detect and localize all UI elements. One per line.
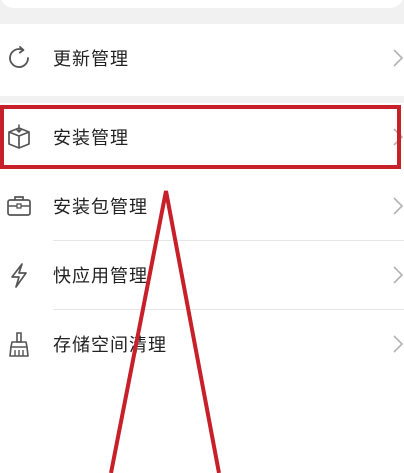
menu-item-label: 更新管理 (53, 49, 129, 70)
box-icon (8, 124, 30, 149)
refresh-icon (9, 46, 29, 68)
chevron-right-icon (393, 197, 404, 215)
menu-item-package-management[interactable]: 安装包管理 (0, 172, 404, 240)
menu-item-label: 快应用管理 (53, 266, 148, 287)
chevron-right-icon (393, 266, 404, 284)
chevron-right-icon (393, 49, 404, 67)
broom-icon (9, 332, 29, 357)
menu-item-quick-app-management[interactable]: 快应用管理 (0, 241, 404, 309)
menu-item-storage-cleanup[interactable]: 存储空间清理 (0, 310, 404, 378)
settings-screen: 更新管理 安装管理 安装包管理 快应用管理 存储空间清理 (0, 0, 404, 473)
chevron-right-icon (393, 335, 404, 353)
menu-item-label: 安装管理 (53, 128, 129, 149)
menu-item-label: 安装包管理 (53, 197, 148, 218)
menu-item-install-management[interactable]: 安装管理 (0, 103, 404, 171)
chevron-right-icon (393, 128, 404, 146)
menu-item-update-management[interactable]: 更新管理 (0, 24, 404, 92)
briefcase-icon (7, 196, 31, 216)
menu-item-label: 存储空间清理 (53, 335, 167, 356)
search-bar-edge (0, 0, 404, 8)
lightning-icon (11, 263, 27, 288)
